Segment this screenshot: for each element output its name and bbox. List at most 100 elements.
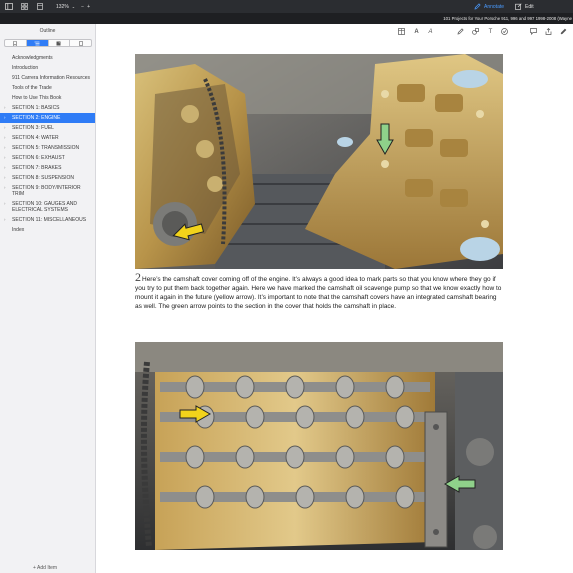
outline-item-label: SECTION 9: BODY/INTERIOR TRIM xyxy=(12,185,81,197)
outline-item-label: 911 Carrera Information Resources xyxy=(12,75,90,81)
page-icon xyxy=(78,40,83,46)
chevron-right-icon[interactable]: › xyxy=(4,145,6,151)
outline-item[interactable]: How to Use This Book xyxy=(0,93,95,103)
zoom-in-button[interactable]: + xyxy=(87,4,90,10)
outline-item[interactable]: › SECTION 8: SUSPENSION xyxy=(0,173,95,183)
document-title: 101 Projects for Your Porsche 911, 996 a… xyxy=(443,16,572,21)
outline-item[interactable]: › SECTION 3: FUEL xyxy=(0,123,95,133)
outline-item-label: SECTION 7: BRAKES xyxy=(12,165,62,171)
chevron-right-icon[interactable]: › xyxy=(4,201,6,207)
page-view-button[interactable] xyxy=(37,2,43,11)
outline-item-label: SECTION 1: BASICS xyxy=(12,105,60,111)
outline-item[interactable]: Tools of the Trade xyxy=(0,83,95,93)
sidebar-tab-bar xyxy=(4,39,92,47)
share-button[interactable] xyxy=(544,27,553,36)
outline-item-label: SECTION 8: SUSPENSION xyxy=(12,175,74,181)
zoom-control[interactable]: 132% ⌄ − + xyxy=(56,2,90,11)
sidebar-icon xyxy=(5,3,13,10)
outline-item[interactable]: › SECTION 7: BRAKES xyxy=(0,163,95,173)
outline-item[interactable]: › SECTION 9: BODY/INTERIOR TRIM xyxy=(0,183,95,199)
outline-item[interactable]: Introduction xyxy=(0,63,95,73)
outline-item-label: SECTION 6: EXHAUST xyxy=(12,155,65,161)
image-icon xyxy=(56,41,61,45)
chevron-down-icon: ⌄ xyxy=(71,4,76,9)
shape-tool-button[interactable] xyxy=(471,27,480,36)
chevron-right-icon[interactable]: › xyxy=(4,105,6,111)
photo-caption: 2Here’s the camshaft cover coming off of… xyxy=(135,270,505,311)
add-item-label: Add Item xyxy=(37,565,58,571)
outline-item[interactable]: › SECTION 2: ENGINE xyxy=(0,113,95,123)
text-style-button[interactable]: A xyxy=(426,27,435,36)
outline-list: Acknowledgments Introduction 911 Carrera I… xyxy=(0,53,95,235)
outline-item-label: SECTION 3: FUEL xyxy=(12,125,54,131)
top-toolbar: 132% ⌄ − + Annotate Edit xyxy=(0,0,573,13)
bookmark-icon xyxy=(13,40,18,46)
outline-icon xyxy=(34,41,40,45)
caption-number: 2 xyxy=(135,270,141,284)
table-tool-button[interactable] xyxy=(397,27,406,36)
zoom-level[interactable]: 132% xyxy=(56,4,69,10)
document-toolbar: A A T xyxy=(97,24,573,40)
outline-item[interactable]: Index xyxy=(0,225,95,235)
signature-icon xyxy=(501,28,508,35)
add-item-button[interactable]: + Add Item xyxy=(33,565,57,571)
caption-text: Here’s the camshaft cover coming off of … xyxy=(135,276,502,310)
table-icon xyxy=(398,28,405,35)
outline-item[interactable]: › SECTION 6: EXHAUST xyxy=(0,153,95,163)
chevron-right-icon[interactable]: › xyxy=(4,155,6,161)
sidebar-title: Outline xyxy=(39,28,56,34)
outline-item[interactable]: › SECTION 1: BASICS xyxy=(0,103,95,113)
pdf-viewer-window: 132% ⌄ − + Annotate Edit 101 Projects fo… xyxy=(0,0,573,573)
sign-tool-button[interactable] xyxy=(500,27,509,36)
outline-item[interactable]: › SECTION 4: WATER xyxy=(0,133,95,143)
engine-photo-illustration xyxy=(135,54,503,269)
edit-button[interactable]: Edit xyxy=(515,2,534,11)
plus-icon: + xyxy=(33,565,36,571)
outline-item-label: Acknowledgments xyxy=(12,55,53,61)
thumbnail-view-button[interactable] xyxy=(21,2,28,11)
chevron-right-icon[interactable]: › xyxy=(4,217,6,223)
chevron-right-icon[interactable]: › xyxy=(4,185,6,191)
share-icon xyxy=(545,28,552,35)
chevron-right-icon[interactable]: › xyxy=(4,175,6,181)
text-icon: T xyxy=(488,28,493,35)
pen-tool-button[interactable] xyxy=(456,27,465,36)
outline-item[interactable]: 911 Carrera Information Resources xyxy=(0,73,95,83)
chevron-right-icon[interactable]: › xyxy=(4,165,6,171)
title-bar: 101 Projects for Your Porsche 911, 996 a… xyxy=(0,13,573,24)
tab-pages[interactable] xyxy=(70,40,91,46)
text-size-button[interactable]: A xyxy=(412,27,421,36)
outline-item-label: SECTION 5: TRANSMISSION xyxy=(12,145,80,151)
outline-item[interactable]: › SECTION 11: MISCELLANEOUS xyxy=(0,215,95,225)
annotate-button[interactable]: Annotate xyxy=(474,2,504,11)
sidebar-toggle-button[interactable] xyxy=(5,2,13,11)
tab-images[interactable] xyxy=(49,40,71,46)
outline-item[interactable]: › SECTION 5: TRANSMISSION xyxy=(0,143,95,153)
camshaft-photo-illustration xyxy=(135,342,503,550)
grid-icon xyxy=(21,3,28,10)
page-icon xyxy=(37,3,43,10)
outline-item-label: Introduction xyxy=(12,65,39,71)
chevron-right-icon[interactable]: › xyxy=(4,135,6,141)
shapes-icon xyxy=(472,28,479,35)
outline-item-label: SECTION 4: WATER xyxy=(12,135,59,141)
edit-icon xyxy=(515,3,522,10)
pencil-icon xyxy=(474,3,481,10)
outline-item-label: SECTION 11: MISCELLANEOUS xyxy=(12,217,87,223)
chevron-right-icon[interactable]: › xyxy=(4,115,6,121)
tab-bookmarks[interactable] xyxy=(5,40,27,46)
text-tool-button[interactable]: T xyxy=(486,27,495,36)
chevron-right-icon[interactable]: › xyxy=(4,125,6,131)
zoom-out-button[interactable]: − xyxy=(81,4,84,10)
comment-button[interactable] xyxy=(529,27,538,36)
outline-item-label: SECTION 10: GAUGES AND ELECTRICAL SYSTEM… xyxy=(12,201,78,213)
annotate-label: Annotate xyxy=(484,3,505,10)
outline-item[interactable]: › SECTION 10: GAUGES AND ELECTRICAL SYSTE… xyxy=(0,199,95,215)
tab-outline[interactable] xyxy=(26,40,49,46)
outline-item[interactable]: Acknowledgments xyxy=(0,53,95,63)
document-page: 2Here’s the camshaft cover coming off of… xyxy=(97,40,573,573)
pen-icon xyxy=(457,28,464,35)
highlighter-button[interactable] xyxy=(559,27,568,36)
outline-item-label: Tools of the Trade xyxy=(12,85,52,91)
outline-item-label: How to Use This Book xyxy=(12,95,62,101)
